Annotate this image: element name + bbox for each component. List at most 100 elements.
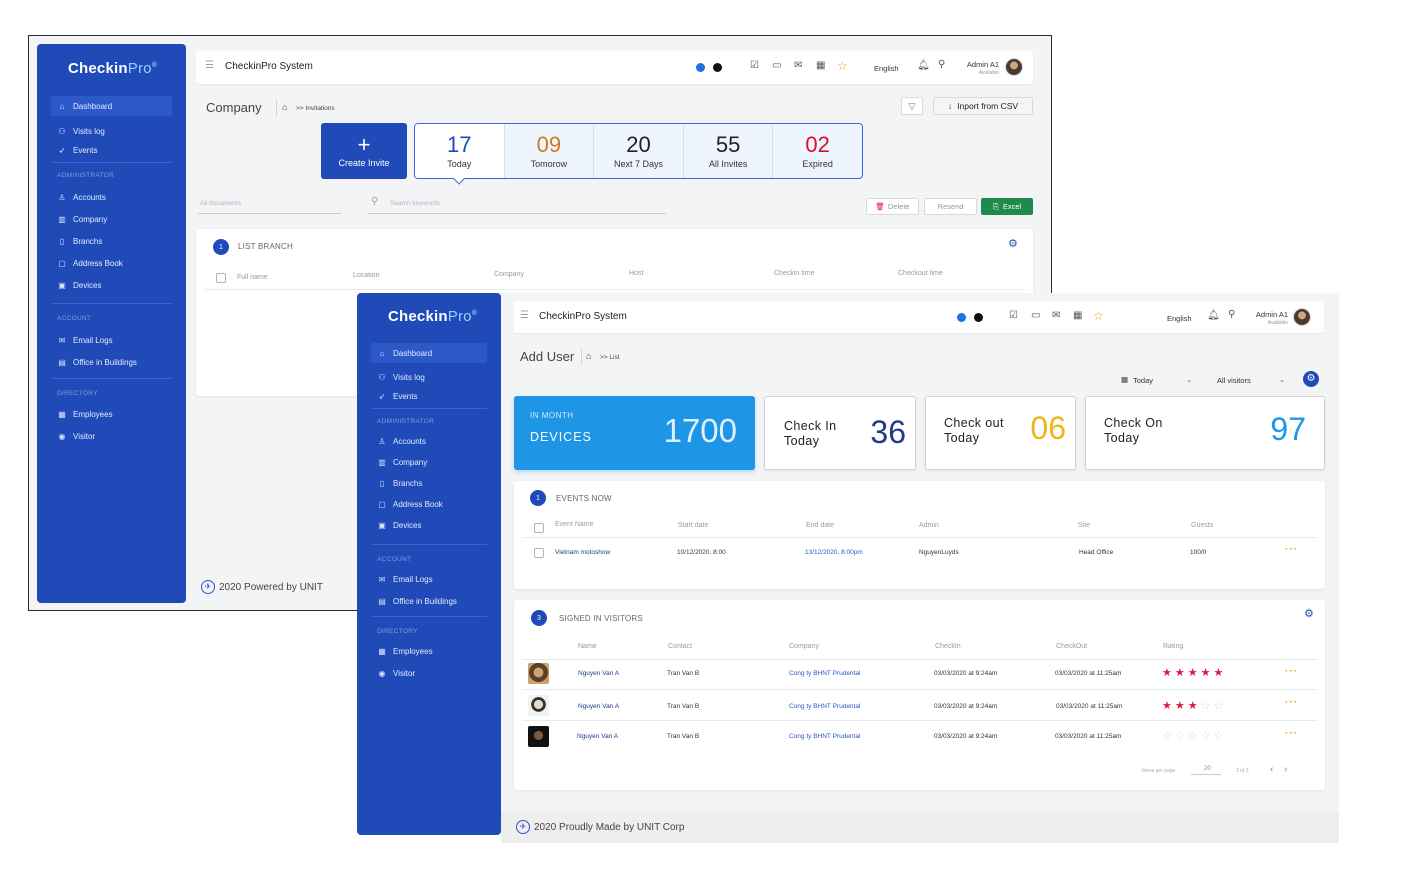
- sidebar-item-visitor[interactable]: ◉ Visitor: [357, 663, 501, 683]
- star-icon[interactable]: ☆: [1214, 730, 1227, 742]
- row-checkbox[interactable]: [534, 548, 544, 558]
- import-csv-button[interactable]: ↓ Inport from CSV: [933, 97, 1033, 115]
- bell-icon[interactable]: 🔔︎: [1207, 310, 1220, 321]
- col-checkin-time[interactable]: Checkin time: [774, 270, 814, 277]
- star-icon[interactable]: ☆: [1188, 730, 1201, 742]
- documents-dropdown[interactable]: All documents: [200, 200, 241, 207]
- sidebar-item-accounts[interactable]: ♙ Accounts: [357, 431, 501, 451]
- col-end-date[interactable]: End date: [806, 522, 834, 529]
- kpi-devices[interactable]: IN MONTH DEVICES 1700: [514, 396, 755, 470]
- kpi-checkon-today[interactable]: Check On Today 97: [1085, 396, 1325, 470]
- checklist-icon[interactable]: ☑: [750, 60, 759, 71]
- col-event-name[interactable]: Event Name: [555, 521, 594, 528]
- theme-blue-dot[interactable]: [957, 313, 966, 322]
- search-icon[interactable]: ⚲: [938, 59, 945, 70]
- sidebar-item-company[interactable]: ▥ Company: [37, 209, 186, 229]
- col-checkin[interactable]: CheckIn: [935, 643, 961, 650]
- breadcrumb[interactable]: >> List: [600, 354, 620, 361]
- star-icon[interactable]: ☆: [1214, 700, 1227, 712]
- calendar-icon[interactable]: ▦: [816, 60, 825, 71]
- prev-page-icon[interactable]: ‹: [1270, 764, 1273, 775]
- create-invite-button[interactable]: + Create Invite: [321, 123, 407, 179]
- stat-all-invites[interactable]: 55 All Invites: [684, 124, 774, 178]
- search-input[interactable]: Search keywords: [390, 200, 440, 207]
- brand-logo[interactable]: CheckinPro®: [388, 308, 477, 325]
- select-all-checkbox[interactable]: [534, 523, 544, 533]
- mail-icon[interactable]: ✉: [1052, 310, 1060, 321]
- star-icon[interactable]: ★: [1175, 700, 1188, 712]
- sidebar-item-email-logs[interactable]: ✉ Email Logs: [357, 569, 501, 589]
- rating-stars[interactable]: ☆☆☆☆☆: [1162, 729, 1226, 742]
- calendar-icon[interactable]: ▦: [1073, 310, 1082, 321]
- star-icon[interactable]: ☆: [1201, 730, 1214, 742]
- sidebar-item-branchs[interactable]: ▯ Branchs: [357, 473, 501, 493]
- sidebar-item-address-book[interactable]: ▢ Address Book: [357, 494, 501, 514]
- visitor-name[interactable]: Nguyen Van A: [578, 703, 619, 710]
- chat-icon[interactable]: ▭: [1031, 310, 1040, 321]
- breadcrumb-home-icon[interactable]: ⌂: [282, 102, 287, 112]
- col-checkout[interactable]: CheckOut: [1056, 643, 1087, 650]
- col-guests[interactable]: Guests: [1191, 522, 1213, 529]
- more-icon[interactable]: ···: [1285, 728, 1298, 739]
- sidebar-item-company[interactable]: ▥ Company: [357, 452, 501, 472]
- visitor-name[interactable]: Nguyen Van A: [578, 670, 619, 677]
- col-checkout-time[interactable]: Checkout time: [898, 270, 943, 277]
- star-icon[interactable]: ★: [1214, 667, 1227, 679]
- col-host[interactable]: Host: [629, 270, 643, 277]
- sidebar-item-employees[interactable]: ▦ Employees: [357, 641, 501, 661]
- sidebar-item-devices[interactable]: ▣ Devices: [37, 275, 186, 295]
- checklist-icon[interactable]: ☑: [1009, 310, 1018, 321]
- star-icon[interactable]: ☆: [1175, 730, 1188, 742]
- settings-gear-button[interactable]: ⚙: [1303, 371, 1319, 387]
- visitor-company[interactable]: Cong ty BHNT Prudental: [789, 733, 860, 740]
- col-company[interactable]: Company: [494, 271, 524, 278]
- sidebar-item-devices[interactable]: ▣ Devices: [357, 515, 501, 535]
- brand-logo[interactable]: CheckinPro®: [68, 60, 157, 77]
- kpi-checkout-today[interactable]: Check out Today 06: [925, 396, 1076, 470]
- sidebar-item-visits-log[interactable]: ⚇ Visits log: [37, 121, 186, 141]
- visitor-company[interactable]: Cong ty BHNT Prudental: [789, 703, 860, 710]
- visitor-company[interactable]: Cong ty BHNT Prudental: [789, 670, 860, 677]
- sidebar-item-employees[interactable]: ▦ Employees: [37, 404, 186, 424]
- admin-name[interactable]: Admin A1: [1250, 310, 1288, 319]
- items-per-page-select[interactable]: 20: [1204, 766, 1211, 772]
- stat-expired[interactable]: 02 Expired: [773, 124, 862, 178]
- col-full-name[interactable]: Full name: [237, 274, 268, 281]
- sidebar-item-office-buildings[interactable]: ▤ Office in Buildings: [37, 352, 186, 372]
- bell-icon[interactable]: 🔔︎: [917, 60, 930, 71]
- select-all-checkbox[interactable]: [216, 273, 226, 283]
- next-page-icon[interactable]: ›: [1284, 764, 1287, 775]
- sidebar-item-accounts[interactable]: ♙ Accounts: [37, 187, 186, 207]
- star-icon[interactable]: ☆: [1201, 700, 1214, 712]
- theme-black-dot[interactable]: [974, 313, 983, 322]
- stat-today[interactable]: 17 Today: [415, 124, 505, 178]
- language-selector[interactable]: English: [874, 64, 899, 73]
- excel-button[interactable]: ⎘ Excel: [981, 198, 1033, 215]
- kpi-checkin-today[interactable]: Check In Today 36: [764, 396, 916, 470]
- chevron-down-icon[interactable]: ⌄: [1279, 375, 1285, 384]
- chat-icon[interactable]: ▭: [772, 60, 781, 71]
- search-icon[interactable]: ⚲: [1228, 309, 1235, 320]
- star-icon[interactable]: ☆: [837, 59, 848, 73]
- stat-next-7-days[interactable]: 20 Next 7 Days: [594, 124, 684, 178]
- star-icon[interactable]: ★: [1175, 667, 1188, 679]
- theme-blue-dot[interactable]: [696, 63, 705, 72]
- sidebar-item-address-book[interactable]: ▢ Address Book: [37, 253, 186, 273]
- col-location[interactable]: Location: [353, 272, 379, 279]
- star-icon[interactable]: ★: [1162, 667, 1175, 679]
- breadcrumb[interactable]: >> Invitations: [296, 105, 335, 112]
- menu-icon[interactable]: ☰: [205, 60, 214, 71]
- admin-name[interactable]: Admin A1: [962, 60, 999, 69]
- gear-icon[interactable]: ⚙: [1008, 237, 1018, 250]
- star-icon[interactable]: ★: [1188, 667, 1201, 679]
- star-icon[interactable]: ★: [1201, 667, 1214, 679]
- language-selector[interactable]: English: [1167, 314, 1192, 323]
- col-name[interactable]: Name: [578, 643, 597, 650]
- star-icon[interactable]: ★: [1162, 700, 1175, 712]
- star-icon[interactable]: ★: [1188, 700, 1201, 712]
- more-icon[interactable]: ···: [1285, 666, 1298, 677]
- sidebar-item-visits-log[interactable]: ⚇ Visits log: [357, 367, 501, 387]
- event-name[interactable]: Vietnam motoshow: [555, 549, 610, 556]
- visitor-name[interactable]: Nguyen Van A: [577, 733, 618, 740]
- sidebar-item-events[interactable]: ➶ Events: [37, 140, 186, 160]
